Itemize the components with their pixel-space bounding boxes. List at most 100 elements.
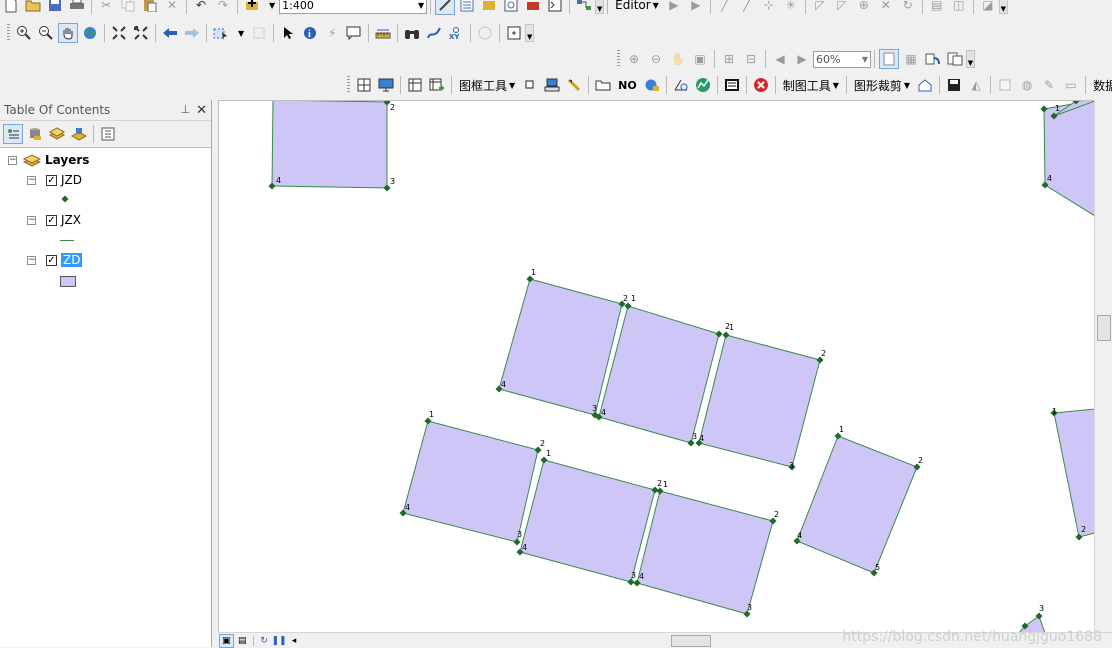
layout-zoom-in-icon[interactable]: ⊕	[624, 49, 644, 69]
grid-icon[interactable]	[354, 75, 374, 95]
add-data-dropdown-arrow[interactable]: ▼	[263, 0, 279, 15]
split-icon[interactable]: ✕	[876, 0, 896, 15]
rotate-icon[interactable]: ↻	[898, 0, 918, 15]
refresh-icon[interactable]: ↻	[258, 635, 271, 647]
redo-icon[interactable]: ↷	[213, 0, 233, 15]
globe-user-icon[interactable]	[642, 75, 662, 95]
toolbar-grip[interactable]	[7, 24, 10, 42]
layout-zoom-combo[interactable]: 60% ▼	[813, 50, 871, 68]
open-folder-icon[interactable]	[23, 0, 43, 15]
close-red-icon[interactable]	[751, 75, 771, 95]
parcel-polygon[interactable]	[1053, 408, 1095, 538]
reshape-icon[interactable]: ◸	[832, 0, 852, 15]
toolbar-grip[interactable]	[617, 50, 620, 68]
python-window-icon[interactable]	[545, 0, 565, 15]
html-popup-icon[interactable]	[344, 23, 364, 43]
undo-icon[interactable]: ↶	[191, 0, 211, 15]
full-extent-globe-icon[interactable]	[80, 23, 100, 43]
collapse-toggle[interactable]: −	[8, 155, 17, 165]
layer-visibility-checkbox[interactable]: ✓	[46, 254, 57, 266]
select-elements-arrow-icon[interactable]	[278, 23, 298, 43]
data-view-icon[interactable]: ▣	[219, 633, 234, 648]
monitor-icon[interactable]	[376, 75, 396, 95]
layout-zoom-out-icon[interactable]: ⊖	[646, 49, 666, 69]
save-icon[interactable]	[45, 0, 65, 15]
measure-icon[interactable]	[373, 23, 393, 43]
layer-visibility-checkbox[interactable]: ✓	[46, 174, 57, 186]
parcel-polygon[interactable]	[498, 278, 623, 416]
layout-forward-icon[interactable]: ▶	[792, 49, 812, 69]
pencil-icon[interactable]	[564, 75, 584, 95]
layer-zd[interactable]: − ✓ ZD	[27, 253, 83, 267]
rectangle-icon[interactable]	[995, 75, 1015, 95]
focus-data-frame-icon[interactable]: ▦	[901, 49, 921, 69]
data-driven-pages-icon[interactable]	[945, 49, 965, 69]
arctoolbox-icon[interactable]	[523, 0, 543, 15]
vertical-scrollbar[interactable]	[1094, 100, 1112, 632]
toolbar-overflow-button[interactable]: ▼	[966, 50, 975, 68]
scrollbar-thumb[interactable]	[671, 635, 712, 647]
paste-icon[interactable]	[140, 0, 160, 15]
fixed-zoom-in-icon[interactable]	[109, 23, 129, 43]
zoom-in-icon[interactable]	[14, 23, 34, 43]
parcel-polygon[interactable]	[519, 459, 656, 583]
editor-menu[interactable]: Editor ▼	[611, 0, 663, 15]
measure-angle-icon[interactable]	[671, 75, 691, 95]
add-data-icon[interactable]	[242, 0, 262, 15]
parcel-polygon[interactable]	[1043, 101, 1095, 217]
copy-icon[interactable]	[118, 0, 138, 15]
change-layout-icon[interactable]	[923, 49, 943, 69]
scrollbar-thumb[interactable]	[1097, 315, 1111, 341]
list-by-source-icon[interactable]	[25, 124, 45, 144]
pause-drawing-icon[interactable]: ❚❚	[271, 635, 286, 647]
go-to-xy-icon[interactable]: XY	[446, 23, 466, 43]
layout-back-icon[interactable]: ◀	[770, 49, 790, 69]
layout-pan-icon[interactable]: ✋	[668, 49, 688, 69]
options-icon[interactable]	[98, 124, 118, 144]
toolbar-overflow-button[interactable]: ▼	[595, 0, 605, 14]
map-scale-combo[interactable]: 1:400 ▼	[279, 0, 428, 14]
zoom-out-icon[interactable]	[36, 23, 56, 43]
identify-icon[interactable]: i	[300, 23, 320, 43]
catalog-icon[interactable]	[479, 0, 499, 15]
sketch-properties-icon[interactable]: ◫	[949, 0, 969, 15]
zoom-whole-page-icon[interactable]: ▣	[690, 49, 710, 69]
square-icon[interactable]	[520, 75, 540, 95]
layers-root[interactable]: − Layers	[8, 153, 89, 167]
collapse-toggle[interactable]: −	[27, 175, 36, 185]
collapse-toggle[interactable]: −	[27, 215, 36, 225]
list-by-drawing-order-icon[interactable]	[3, 124, 23, 144]
save-disk-icon[interactable]	[944, 75, 964, 95]
pan-hand-icon[interactable]	[58, 23, 78, 43]
layer-jzx[interactable]: − ✓ JZX	[27, 213, 81, 227]
drawing-tools-menu[interactable]: 制图工具 ▼	[779, 75, 843, 95]
house-outline-icon[interactable]	[915, 75, 935, 95]
layer-visibility-checkbox[interactable]: ✓	[46, 214, 57, 226]
fixed-zoom-out-icon[interactable]	[131, 23, 151, 43]
network-icon[interactable]	[693, 75, 713, 95]
search-window-icon[interactable]	[501, 0, 521, 15]
frame-add-icon[interactable]	[427, 75, 447, 95]
frame-tools-menu[interactable]: 图框工具 ▼	[455, 75, 519, 95]
cut-icon[interactable]: ✂	[96, 0, 116, 15]
parcel-polygon[interactable]	[271, 101, 388, 189]
layer-jzd[interactable]: − ✓ JZD	[27, 173, 82, 187]
create-features-icon[interactable]: ◪	[978, 0, 998, 15]
layout-view-icon[interactable]: ▤	[236, 635, 249, 647]
scroll-left-icon[interactable]: ◂	[288, 635, 301, 647]
attribute-table-icon[interactable]	[722, 75, 742, 95]
toggle-draft-mode-icon[interactable]	[879, 49, 899, 69]
attributes-icon[interactable]: ▤	[927, 0, 947, 15]
print-icon[interactable]	[67, 0, 87, 15]
map-canvas[interactable]: 234123412341234123412341234125412413	[219, 101, 1095, 633]
toolbar-grip[interactable]	[347, 76, 350, 94]
layout-fixed-zoom-out-icon[interactable]: ⊟	[741, 49, 761, 69]
frame-grid-icon[interactable]	[405, 75, 425, 95]
clip-tools-menu[interactable]: 图形裁剪 ▼	[850, 75, 914, 95]
parcel-polygon[interactable]	[698, 334, 821, 468]
collapse-toggle[interactable]: −	[27, 255, 36, 265]
table-icon[interactable]: ▭	[1061, 75, 1081, 95]
back-arrow-icon[interactable]	[160, 23, 180, 43]
pin-icon[interactable]: ⊥	[181, 103, 191, 118]
list-by-visibility-icon[interactable]	[47, 124, 67, 144]
